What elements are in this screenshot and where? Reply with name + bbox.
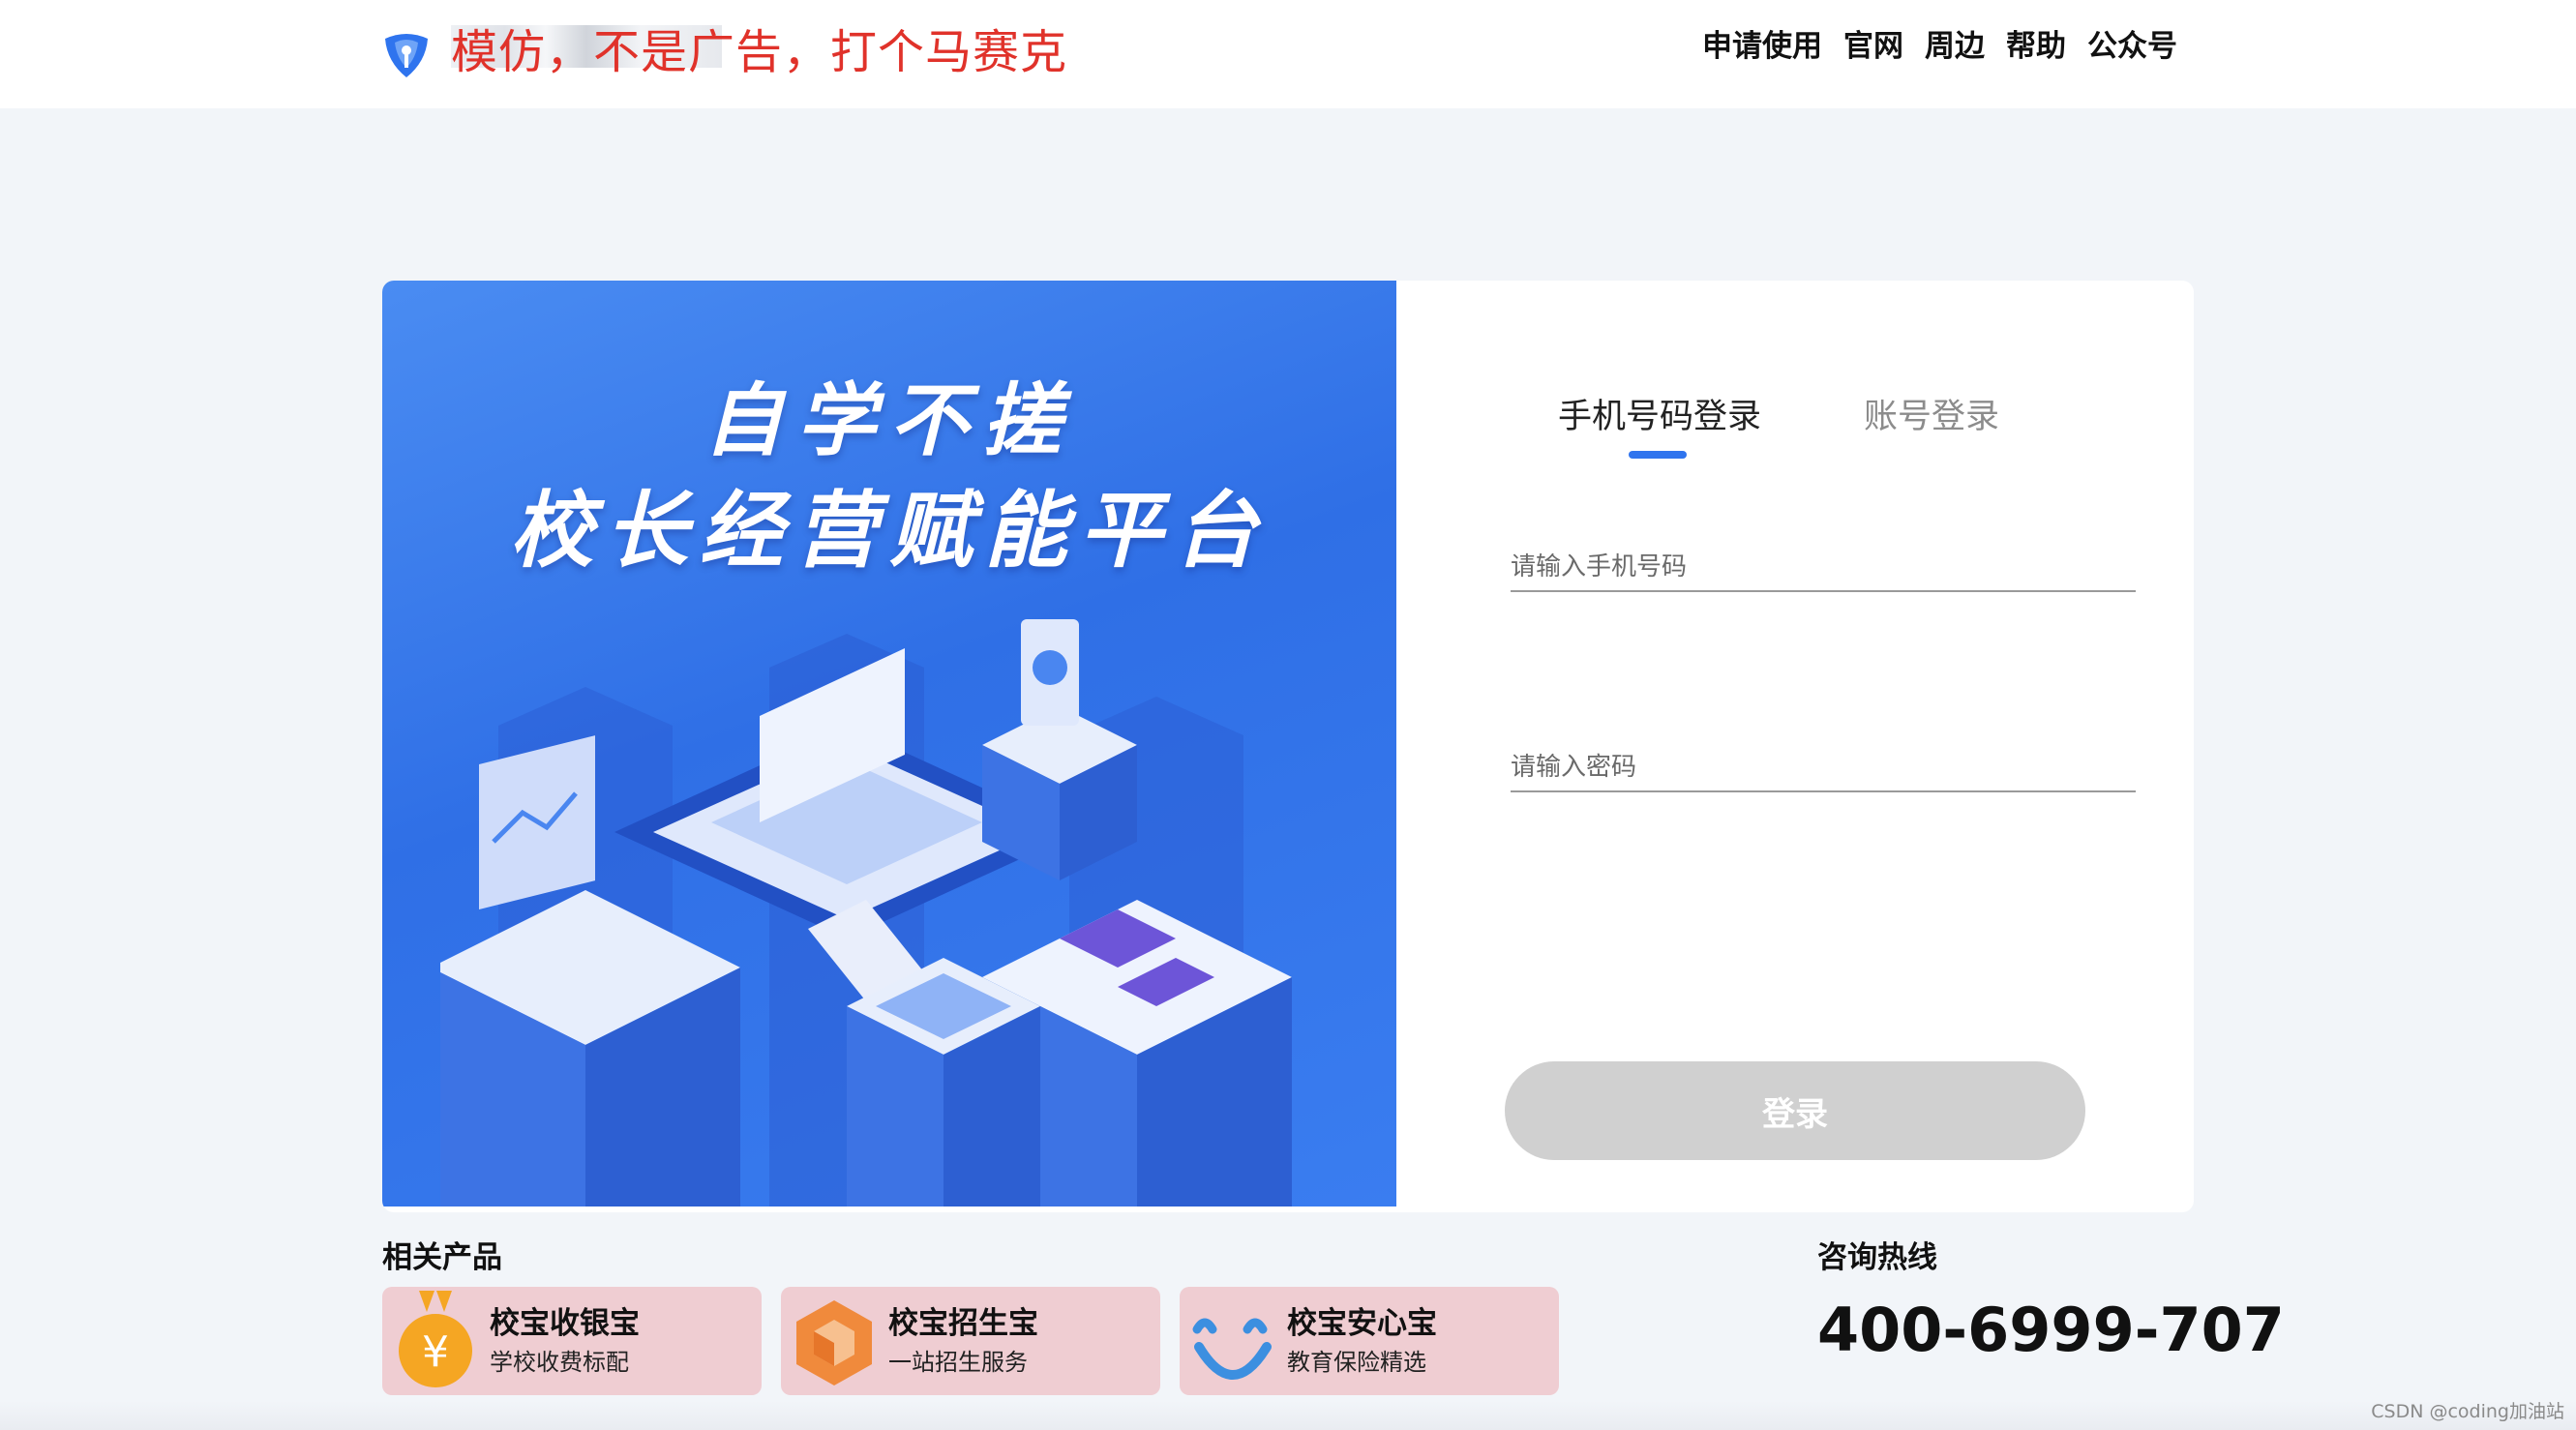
product-card-enrollment[interactable]: 校宝招生宝 一站招生服务 xyxy=(781,1287,1160,1395)
product-name: 校宝安心宝 xyxy=(1287,1306,1437,1341)
svg-text:¥: ¥ xyxy=(422,1327,449,1377)
top-nav: 申请使用 官网 周边 帮助 公众号 xyxy=(1702,21,2177,65)
product-card-insurance[interactable]: 校宝安心宝 教育保险精选 xyxy=(1180,1287,1559,1395)
login-panel: 手机号码登录 账号登录 登录 xyxy=(1396,281,2194,1212)
product-name: 校宝招生宝 xyxy=(888,1306,1038,1341)
orange-hexagon-icon xyxy=(796,1300,872,1385)
isometric-illustration xyxy=(440,619,1292,1207)
hotline-title: 咨询热线 xyxy=(1817,1240,1937,1275)
footer-strip xyxy=(0,1401,2576,1430)
password-input[interactable] xyxy=(1511,744,2136,792)
banner-headline: 自学不搓 xyxy=(704,375,1075,467)
hotline-number[interactable]: 400-6999-707 xyxy=(1817,1295,2285,1365)
product-desc: 一站招生服务 xyxy=(888,1349,1028,1376)
product-desc: 教育保险精选 xyxy=(1287,1349,1426,1376)
product-card-cashier[interactable]: ¥ 校宝收银宝 学校收费标配 xyxy=(382,1287,762,1395)
tab-account-login[interactable]: 账号登录 xyxy=(1864,389,1999,438)
phone-input[interactable] xyxy=(1511,544,2136,592)
logo-icon[interactable] xyxy=(381,29,432,79)
smile-icon xyxy=(1192,1318,1272,1380)
watermark-note: 模仿，不是广告，打个马赛克 xyxy=(451,25,1068,79)
product-name: 校宝收银宝 xyxy=(490,1306,640,1341)
promo-banner: 自学不搓 校长经营赋能平台 xyxy=(382,281,1396,1207)
yuan-medal-icon: ¥ xyxy=(399,1291,472,1387)
related-products-title: 相关产品 xyxy=(382,1240,502,1275)
top-header: 模仿，不是广告，打个马赛克 申请使用 官网 周边 帮助 公众号 xyxy=(0,0,2576,108)
nav-merch[interactable]: 周边 xyxy=(1925,21,1985,65)
active-tab-indicator xyxy=(1629,451,1687,459)
login-button[interactable]: 登录 xyxy=(1505,1061,2085,1160)
tab-phone-login[interactable]: 手机号码登录 xyxy=(1558,389,1761,438)
login-card: 自学不搓 校长经营赋能平台 手机号码登录 账号登录 请输入手机号码 登录 xyxy=(382,281,2194,1212)
nav-official-site[interactable]: 官网 xyxy=(1843,21,1903,65)
nav-apply[interactable]: 申请使用 xyxy=(1702,21,1822,65)
nav-official-account[interactable]: 公众号 xyxy=(2087,21,2177,65)
banner-subheadline: 校长经营赋能平台 xyxy=(510,483,1269,580)
csdn-credit: CSDN @coding加油站 xyxy=(2371,1401,2564,1422)
product-desc: 学校收费标配 xyxy=(490,1349,629,1376)
nav-help[interactable]: 帮助 xyxy=(2006,21,2066,65)
